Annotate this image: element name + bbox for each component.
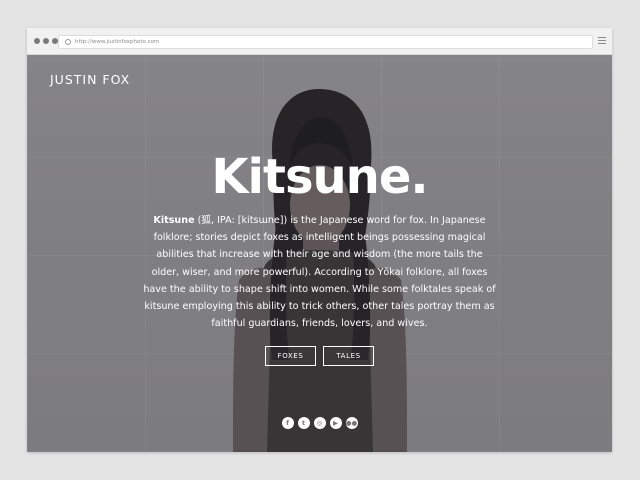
minimize-dot[interactable] — [43, 38, 49, 44]
flickr-icon[interactable]: ●● — [345, 417, 358, 429]
tales-button[interactable]: TALES — [323, 346, 374, 366]
hamburger-menu-icon[interactable] — [598, 37, 606, 44]
button-group: FOXES TALES — [27, 346, 612, 366]
description-text: (狐, IPA: [kitsɯne]) is the Japanese word… — [143, 215, 496, 330]
foxes-button[interactable]: FOXES — [265, 346, 316, 366]
close-dot[interactable] — [34, 38, 40, 44]
social-links: f t ◎ ▶ ●● — [27, 417, 612, 429]
site-logo[interactable]: JUSTIN FOX — [50, 72, 130, 87]
description: Kitsune (狐, IPA: [kitsɯne]) is the Japan… — [142, 212, 497, 332]
browser-toolbar: http://www.justinfoxphoto.com — [27, 28, 612, 55]
address-text: http://www.justinfoxphoto.com — [75, 39, 160, 45]
instagram-icon[interactable]: ◎ — [313, 417, 326, 429]
page-viewport: JUSTIN FOX Kitsune. Kitsune (狐, IPA: [ki… — [27, 55, 612, 452]
globe-icon — [65, 39, 71, 45]
page-title: Kitsune. — [211, 149, 428, 205]
window-controls — [34, 38, 58, 44]
description-term: Kitsune — [153, 215, 195, 226]
facebook-icon[interactable]: f — [281, 417, 294, 429]
youtube-icon[interactable]: ▶ — [329, 417, 342, 429]
browser-window: http://www.justinfoxphoto.com JUSTIN FOX… — [27, 28, 612, 452]
address-bar[interactable]: http://www.justinfoxphoto.com — [58, 35, 593, 49]
tumblr-icon[interactable]: t — [297, 417, 310, 429]
